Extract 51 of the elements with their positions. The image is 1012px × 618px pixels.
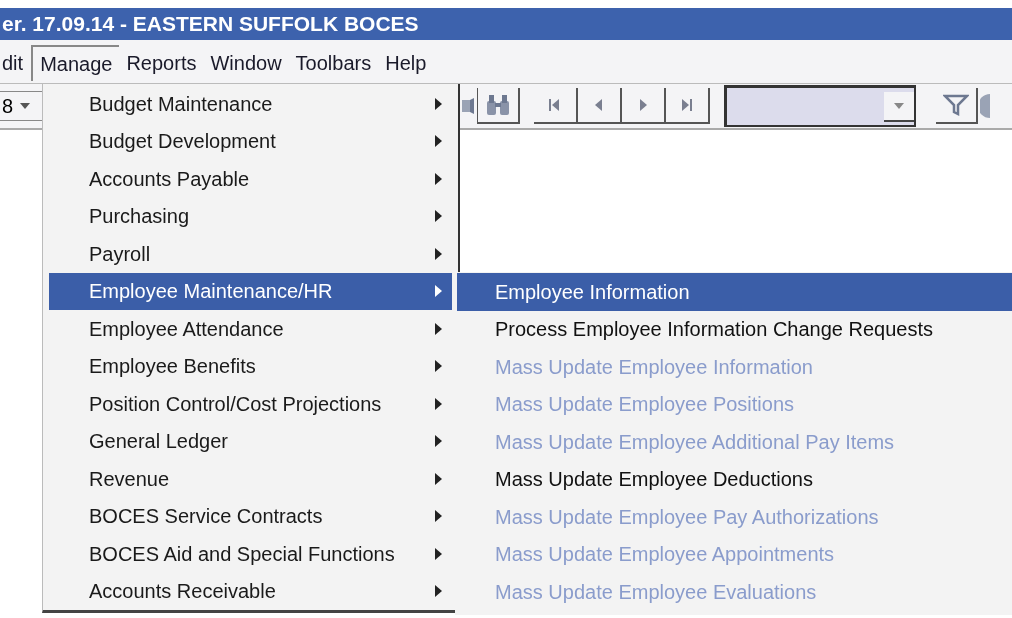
last-record-button[interactable] <box>666 88 710 124</box>
binoculars-button[interactable] <box>478 88 520 124</box>
dropdown-arrow-icon <box>893 101 905 110</box>
submenu-arrow-icon <box>434 397 442 410</box>
menu-entry[interactable]: General Ledger <box>49 422 452 460</box>
submenu-arrow-icon <box>434 285 442 298</box>
submenu-arrow-icon <box>434 585 442 598</box>
menu-entry[interactable]: Budget Development <box>49 122 452 160</box>
combo-value: 8 <box>1 94 14 119</box>
menu-entry[interactable]: Revenue <box>49 460 452 498</box>
menu-entry[interactable]: Employee Maintenance/HR <box>49 272 452 310</box>
filter-icon <box>943 94 969 116</box>
tool-icon <box>460 96 475 116</box>
menu-entry[interactable]: Employee Benefits <box>49 347 452 385</box>
menu-entry[interactable]: Purchasing <box>49 197 452 235</box>
menu-item[interactable]: Reports <box>119 45 204 81</box>
submenu-arrow-icon <box>434 210 442 223</box>
submenu-arrow-icon <box>434 172 442 185</box>
submenu-arrow-icon <box>434 135 442 148</box>
menu-entry[interactable]: BOCES Service Contracts <box>49 497 452 535</box>
submenu-arrow-icon <box>434 472 442 485</box>
submenu-arrow-icon <box>434 322 442 335</box>
submenu-arrow-icon <box>434 97 442 110</box>
menu-entry[interactable]: Position Control/Cost Projections <box>49 385 452 423</box>
menu-item[interactable]: Manage <box>31 45 120 81</box>
binoculars-icon <box>485 93 511 117</box>
menu-item[interactable]: Window <box>203 45 289 81</box>
submenu-entry[interactable]: Process Employee Information Change Requests <box>457 310 1012 348</box>
menu-entry[interactable]: Employee Attendance <box>49 310 452 348</box>
submenu-arrow-icon <box>434 435 442 448</box>
submenu-entry[interactable]: Mass Update Employee Deductions <box>457 460 1012 498</box>
submenu-arrow-icon <box>434 360 442 373</box>
menu-entry[interactable]: Budget Maintenance <box>49 85 452 123</box>
record-combo-box[interactable] <box>724 85 916 127</box>
submenu-arrow-icon <box>434 247 442 260</box>
next-button[interactable] <box>622 88 666 124</box>
menu-item[interactable]: dit <box>0 45 32 81</box>
first-record-button[interactable] <box>534 88 578 124</box>
previous-button[interactable] <box>578 88 622 124</box>
window-title: er. 17.09.14 - EASTERN SUFFOLK BOCES <box>2 11 419 38</box>
menu-item[interactable]: Help <box>378 45 434 81</box>
submenu-entry[interactable]: Employee Information <box>457 273 1012 311</box>
menu-entry[interactable]: Accounts Payable <box>49 160 452 198</box>
submenu-arrow-icon <box>434 510 442 523</box>
submenu-arrow-icon <box>434 547 442 560</box>
menu-item[interactable]: Toolbars <box>288 45 379 81</box>
menu-entry[interactable]: BOCES Aid and Special Functions <box>49 535 452 573</box>
dropdown-arrow-icon <box>19 102 32 110</box>
filter-button[interactable] <box>936 88 978 124</box>
menu-entry[interactable]: Accounts Receivable <box>49 572 452 610</box>
menu-entry[interactable]: Payroll <box>49 235 452 273</box>
